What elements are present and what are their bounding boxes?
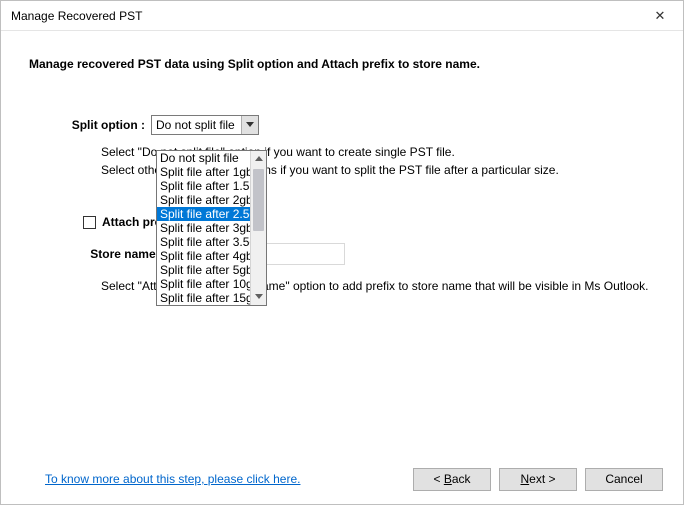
cancel-button[interactable]: Cancel [585, 468, 663, 491]
dropdown-option[interactable]: Do not split file [157, 151, 250, 165]
dropdown-option[interactable]: Split file after 3.5gb [157, 235, 250, 249]
titlebar: Manage Recovered PST ✕ [1, 1, 683, 31]
scroll-up-icon[interactable] [251, 151, 266, 167]
dropdown-option[interactable]: Split file after 2gb [157, 193, 250, 207]
window-title: Manage Recovered PST [11, 9, 142, 23]
content-area: Manage recovered PST data using Split op… [1, 31, 683, 454]
dropdown-option[interactable]: Split file after 4gb [157, 249, 250, 263]
dropdown-items: Do not split fileSplit file after 1gbSpl… [157, 151, 250, 305]
dropdown-option[interactable]: Split file after 3gb [157, 221, 250, 235]
split-option-label: Split option : [29, 118, 151, 132]
dropdown-option[interactable]: Split file after 1.5 gb [157, 179, 250, 193]
close-button[interactable]: ✕ [637, 1, 683, 31]
dropdown-scrollbar[interactable] [250, 151, 266, 305]
page-heading: Manage recovered PST data using Split op… [29, 57, 655, 71]
footer: To know more about this step, please cli… [1, 454, 683, 504]
help-link[interactable]: To know more about this step, please cli… [45, 472, 300, 486]
dropdown-option[interactable]: Split file after 10gb [157, 277, 250, 291]
back-button[interactable]: < Back [413, 468, 491, 491]
scroll-down-icon[interactable] [251, 289, 266, 305]
split-option-dropdown[interactable]: Do not split fileSplit file after 1gbSpl… [156, 150, 267, 306]
dropdown-option[interactable]: Split file after 1gb [157, 165, 250, 179]
next-button[interactable]: Next > [499, 468, 577, 491]
dropdown-option[interactable]: Split file after 15gb [157, 291, 250, 305]
attach-prefix-checkbox[interactable] [83, 216, 96, 229]
dropdown-option[interactable]: Split file after 2.5gb [157, 207, 250, 221]
dropdown-arrow-icon [241, 116, 258, 134]
dropdown-option[interactable]: Split file after 5gb [157, 263, 250, 277]
close-icon: ✕ [655, 8, 666, 24]
split-selected-text: Do not split file [156, 118, 235, 132]
split-option-row: Split option : Do not split file [29, 115, 655, 135]
dialog-window: Manage Recovered PST ✕ Manage recovered … [0, 0, 684, 505]
split-option-select[interactable]: Do not split file [151, 115, 259, 135]
scroll-thumb[interactable] [253, 169, 264, 231]
